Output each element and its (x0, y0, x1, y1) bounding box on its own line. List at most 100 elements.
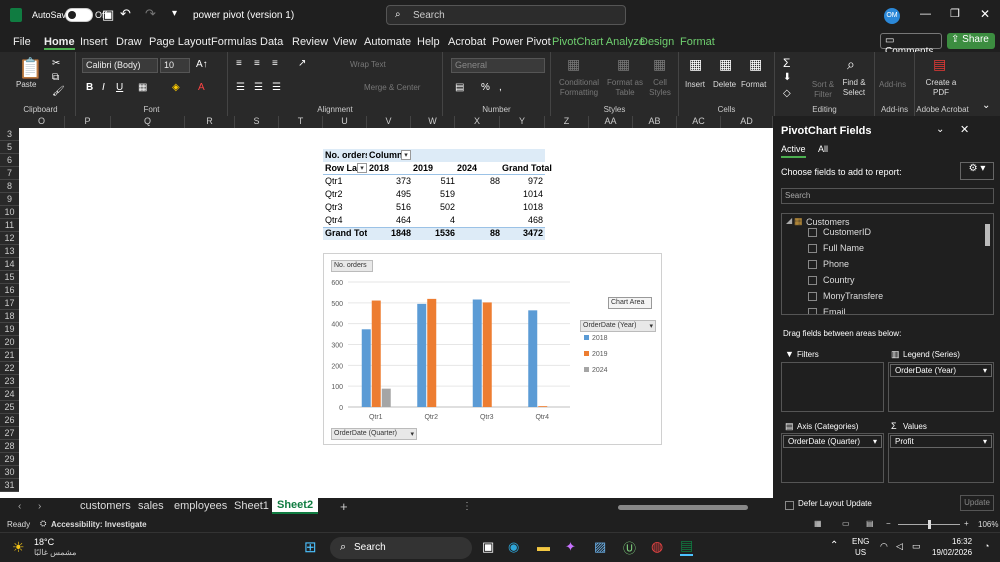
notifications-icon[interactable]: ◔ (984, 541, 989, 551)
tab-insert[interactable]: Insert (80, 36, 108, 48)
app-icon[interactable]: Ⓤ (623, 538, 636, 557)
bar-2018-Qtr1[interactable] (361, 329, 371, 407)
find-icon[interactable]: ⌕ (847, 56, 855, 73)
pivot-value-cell[interactable]: 1014 (500, 188, 543, 201)
sheet-tab-customers[interactable]: customers (80, 500, 131, 512)
field-checkbox[interactable] (808, 260, 817, 270)
row-header[interactable]: 7 (0, 167, 19, 180)
legend-entry[interactable]: 2018 (592, 335, 608, 342)
italic-icon[interactable]: I (102, 82, 105, 93)
number-format-select[interactable]: General (451, 58, 545, 73)
row-header[interactable]: 29 (0, 453, 19, 466)
paste-button[interactable]: Paste (16, 80, 36, 90)
pivot-value-cell[interactable]: 519 (411, 188, 455, 201)
pivot-value-cell[interactable] (455, 188, 500, 201)
tab-draw[interactable]: Draw (116, 36, 142, 48)
tab-pivotchart-analyze[interactable]: PivotChart Analyze (552, 36, 645, 48)
pivot-value-cell[interactable] (455, 201, 500, 214)
restore-icon[interactable]: ❐ (950, 7, 960, 20)
bar-2019-Qtr4[interactable] (538, 406, 548, 407)
redo-icon[interactable]: ↷ (145, 6, 156, 22)
axis-area[interactable]: OrderDate (Quarter) ▾ (781, 433, 884, 483)
clock-time[interactable]: 16:32 (952, 537, 972, 546)
conditional-formatting-button[interactable]: Conditional Formatting (553, 78, 605, 98)
column-header[interactable]: Z (545, 116, 589, 128)
field-checkbox[interactable] (808, 228, 817, 238)
tray-overflow-icon[interactable]: ⌃ (830, 540, 838, 551)
pivot-value-cell[interactable]: 88 (455, 175, 500, 188)
normal-view-icon[interactable]: ▦ (814, 519, 822, 528)
pivot-value-cell[interactable]: 4 (411, 214, 455, 227)
pivot-values-label[interactable]: No. orders (325, 149, 367, 162)
tab-power-pivot[interactable]: Power Pivot (492, 36, 551, 48)
column-header[interactable]: O (19, 116, 65, 128)
pivot-value-cell[interactable]: 502 (411, 201, 455, 214)
sheet-tab-sheet1[interactable]: Sheet1 (234, 500, 269, 512)
align-middle-icon[interactable]: ≡ (254, 58, 260, 69)
bar-2018-Qtr2[interactable] (417, 303, 427, 407)
column-header[interactable]: Y (500, 116, 545, 128)
row-header[interactable]: 30 (0, 466, 19, 479)
font-color-icon[interactable]: A (198, 82, 205, 93)
photos-icon[interactable]: ▨ (594, 539, 606, 555)
insert-cells-button[interactable]: Insert (685, 80, 705, 90)
tab-formulas[interactable]: Formulas (211, 36, 257, 48)
tools-gear-icon[interactable]: ⚙ ▾ (960, 162, 994, 180)
values-field-button[interactable]: No. orders (331, 260, 373, 272)
task-view-icon[interactable]: ▣ (482, 539, 494, 555)
tab-page-layout[interactable]: Page Layout (149, 36, 211, 48)
column-header[interactable]: AB (633, 116, 677, 128)
column-header[interactable]: W (411, 116, 455, 128)
axis-field-chip[interactable]: OrderDate (Quarter) ▾ (783, 435, 882, 448)
fill-icon[interactable]: ⬇ (783, 72, 791, 83)
format-cells-icon[interactable]: ▦ (749, 56, 762, 73)
scroll-tabs-right-icon[interactable]: › (38, 501, 41, 512)
pivot-row-label-cell[interactable]: Qtr4 (325, 214, 365, 227)
format-as-table-icon[interactable]: ▦ (617, 56, 630, 73)
row-header[interactable]: 31 (0, 479, 19, 492)
tab-file[interactable]: File (13, 36, 31, 48)
wrap-text-button[interactable]: Wrap Text (350, 60, 386, 69)
scroll-tabs-left-icon[interactable]: ‹ (18, 501, 21, 512)
table-name[interactable]: Customers (806, 217, 850, 227)
start-icon[interactable]: ⊞ (304, 538, 317, 556)
format-painter-icon[interactable]: 🖌 (52, 86, 65, 97)
cut-icon[interactable]: ✂ (52, 58, 60, 69)
bar-2024-Qtr1[interactable] (381, 388, 391, 407)
pivot-value-cell[interactable]: 495 (367, 188, 411, 201)
field-item[interactable]: CustomerID (808, 227, 871, 238)
row-header[interactable]: 17 (0, 297, 19, 310)
customize-qat-icon[interactable]: ▾ (172, 8, 177, 19)
field-checkbox[interactable] (808, 276, 817, 286)
values-area[interactable]: Profit ▾ (888, 433, 994, 483)
format-cells-button[interactable]: Format (741, 80, 766, 90)
copy-icon[interactable]: ⧉ (52, 72, 59, 83)
column-header[interactable]: P (65, 116, 111, 128)
accounting-icon[interactable]: ▤ (455, 82, 464, 93)
tab-design[interactable]: Design (640, 36, 674, 48)
underline-icon[interactable]: U (116, 82, 123, 93)
sort-filter-button[interactable]: Sort & Filter (811, 80, 835, 100)
column-header[interactable]: T (279, 116, 323, 128)
tab-acrobat[interactable]: Acrobat (448, 36, 486, 48)
update-button[interactable]: Update (960, 495, 994, 511)
tab-options-icon[interactable]: ⋮ (462, 501, 472, 512)
field-item[interactable]: MonyTransfere (808, 291, 883, 302)
column-header[interactable]: AA (589, 116, 633, 128)
row-header[interactable]: 15 (0, 271, 19, 284)
field-item[interactable]: Country (808, 275, 855, 286)
percent-icon[interactable]: % (481, 82, 490, 93)
column-header[interactable]: AC (677, 116, 721, 128)
sheet-tab-employees[interactable]: employees (174, 500, 227, 512)
clock-date[interactable]: 19/02/2026 (932, 548, 972, 557)
row-header[interactable]: 12 (0, 232, 19, 245)
bar-2019-Qtr3[interactable] (482, 302, 492, 407)
field-item[interactable]: Phone (808, 259, 849, 270)
pivot-column-label[interactable]: Column (369, 149, 403, 162)
row-header[interactable]: 20 (0, 336, 19, 349)
merge-center-button[interactable]: Merge & Center (364, 83, 420, 92)
minimize-icon[interactable]: — (920, 8, 931, 20)
edge-icon[interactable]: ◉ (508, 539, 519, 555)
autosave-toggle[interactable]: Off (65, 8, 107, 22)
save-icon[interactable]: ▣ (102, 7, 114, 23)
